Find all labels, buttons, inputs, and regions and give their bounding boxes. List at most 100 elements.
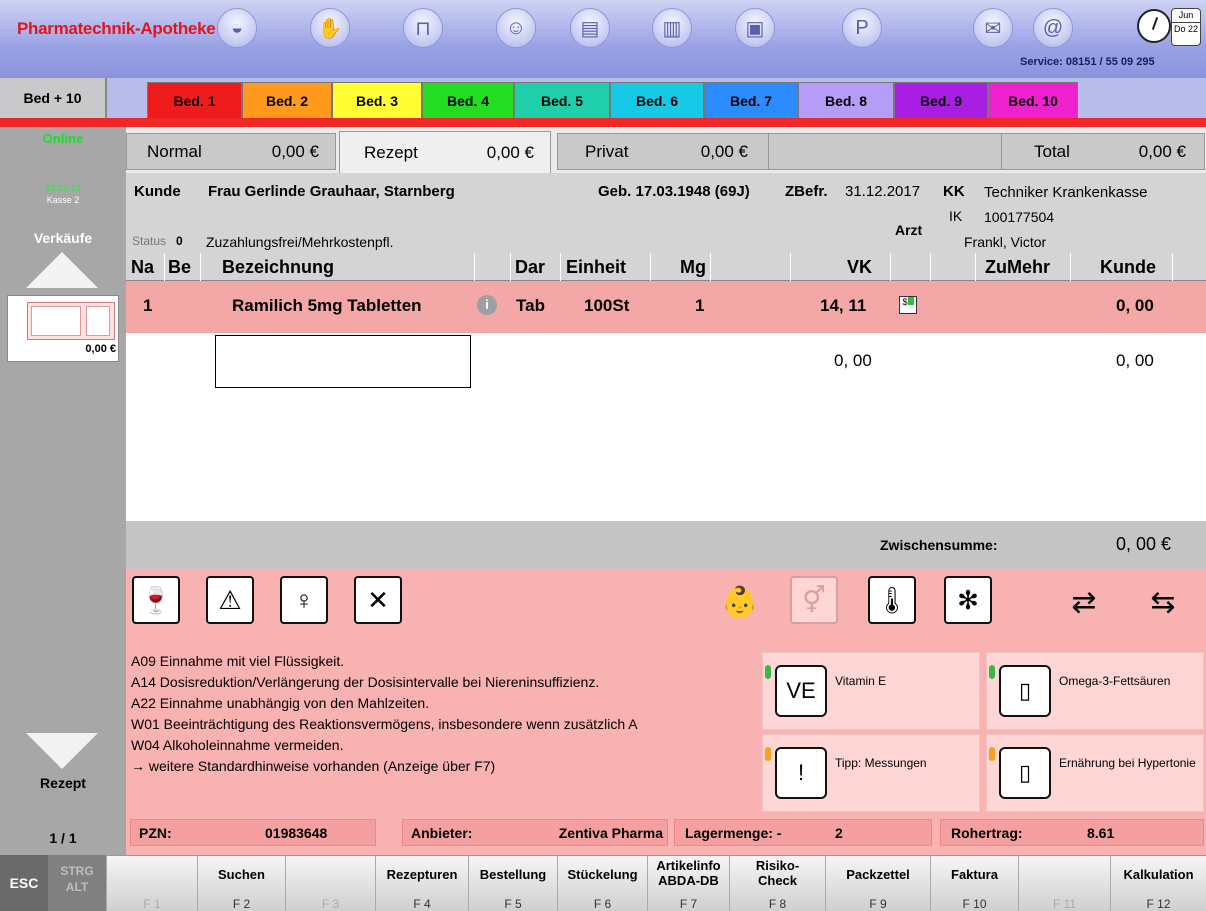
- pill-bottle-icon: ▯: [999, 747, 1051, 799]
- status-value: 0: [176, 234, 183, 248]
- card-ernaehrung[interactable]: ▯ Ernährung bei Hypertonie: [986, 734, 1204, 812]
- orange-indicator: [765, 747, 771, 761]
- female-icon[interactable]: ♀: [280, 576, 328, 624]
- tab-bed-1[interactable]: Bed. 1: [147, 82, 242, 118]
- parking-icon[interactable]: P: [842, 8, 882, 48]
- vitamin-e-icon: VE: [775, 665, 827, 717]
- mortar-icon[interactable]: ◒: [217, 8, 257, 48]
- scroll-up-arrow[interactable]: [26, 252, 98, 288]
- col-vk[interactable]: VK: [847, 253, 872, 281]
- col-einheit[interactable]: Einheit: [566, 253, 626, 281]
- tab-bed-8[interactable]: Bed. 8: [798, 82, 894, 118]
- warning-triangle-icon[interactable]: ⚠: [206, 576, 254, 624]
- interaction-pills-icon[interactable]: ⇆: [1137, 576, 1189, 628]
- col-mg[interactable]: Mg: [680, 253, 706, 281]
- at-icon[interactable]: @: [1033, 8, 1073, 48]
- col-zumehr[interactable]: ZuMehr: [985, 253, 1050, 281]
- tab-bed-6[interactable]: Bed. 6: [610, 82, 704, 118]
- row-kunde: 0, 00: [1116, 296, 1154, 315]
- f12-key[interactable]: Kalkulation F 12: [1110, 855, 1206, 911]
- service-phone: Service: 08151 / 55 09 295: [1020, 56, 1155, 68]
- info-icon[interactable]: i: [477, 295, 497, 315]
- printer-icon[interactable]: ▤: [570, 8, 610, 48]
- sale-thumbnail-amount: 0,00 €: [85, 343, 116, 355]
- strg-alt-key[interactable]: STRG ALT: [48, 855, 106, 911]
- f5-key[interactable]: Bestellung F 5: [468, 855, 557, 911]
- hint-text-list: A09 Einnahme mit viel Flüssigkeit. A14 D…: [131, 651, 753, 816]
- page-indicator: 1 / 1: [49, 830, 77, 846]
- alt-label: ALT: [65, 880, 89, 894]
- col-na[interactable]: Na: [131, 253, 154, 281]
- active-tab-strip: [0, 118, 1206, 127]
- tab-bed-4[interactable]: Bed. 4: [422, 82, 514, 118]
- col-kunde[interactable]: Kunde: [1100, 253, 1156, 281]
- fkey-number: F 3: [321, 897, 340, 911]
- faces-icon[interactable]: ☺: [496, 8, 536, 48]
- card-tipp-messungen[interactable]: ! Tipp: Messungen: [762, 734, 980, 812]
- normal-value: 0,00 €: [271, 141, 319, 161]
- row-bezeichnung: Ramilich 5mg Tabletten: [232, 296, 422, 315]
- f6-key[interactable]: Stückelung F 6: [557, 855, 647, 911]
- f3-key[interactable]: F 3: [285, 855, 375, 911]
- f1-key[interactable]: F 1: [106, 855, 197, 911]
- f11-key[interactable]: F 11: [1018, 855, 1110, 911]
- rezept-value: 0,00 €: [486, 142, 534, 162]
- card-label: Ernährung bei Hypertonie: [1059, 756, 1196, 770]
- subtotal-label: Zwischensumme:: [880, 537, 998, 553]
- fkey-number: F 11: [1052, 897, 1077, 911]
- tab-bed-5[interactable]: Bed. 5: [514, 82, 610, 118]
- tab-bed-9[interactable]: Bed. 9: [894, 82, 988, 118]
- green-indicator: [989, 665, 995, 679]
- child-elderly-icon[interactable]: 👶: [714, 576, 766, 628]
- tab-bed-10[interactable]: Bed. 10: [988, 82, 1078, 118]
- f10-key[interactable]: Faktura F 10: [930, 855, 1018, 911]
- dandelion-icon[interactable]: ✻: [944, 576, 992, 624]
- register-icon[interactable]: ▣: [735, 8, 775, 48]
- gender-icon: ⚥: [790, 576, 838, 624]
- col-bezeichnung[interactable]: Bezeichnung: [222, 253, 334, 281]
- f9-key[interactable]: Packzettel F 9: [825, 855, 930, 911]
- col-be[interactable]: Be: [168, 253, 191, 281]
- tab-bed-7[interactable]: Bed. 7: [704, 82, 798, 118]
- col-dar[interactable]: Dar: [515, 253, 545, 281]
- hint-line: W04 Alkoholeinnahme vermeiden.: [131, 737, 344, 753]
- tab-rezept[interactable]: Rezept 0,00 €: [339, 131, 551, 173]
- orange-indicator: [989, 747, 995, 761]
- tab-bed-2[interactable]: Bed. 2: [242, 82, 332, 118]
- f2-key[interactable]: Suchen F 2: [197, 855, 285, 911]
- folders-icon[interactable]: ▥: [652, 8, 692, 48]
- tab-bed-3[interactable]: Bed. 3: [332, 82, 422, 118]
- handshake-icon[interactable]: ✋: [310, 8, 350, 48]
- no-driving-icon[interactable]: ✕: [354, 576, 402, 624]
- hint-line: W01 Beeinträchtigung des Reaktionsvermög…: [131, 716, 638, 732]
- mail-icon[interactable]: ✉: [973, 8, 1013, 48]
- no-alcohol-icon[interactable]: 🍷: [132, 576, 180, 624]
- card-omega-3[interactable]: ▯ Omega-3-Fettsäuren: [986, 652, 1204, 730]
- esc-key[interactable]: ESC: [0, 855, 48, 911]
- total-value: 0,00 €: [1138, 141, 1186, 161]
- f4-key[interactable]: Rezepturen F 4: [375, 855, 468, 911]
- f8-key[interactable]: Risiko-Check F 8: [729, 855, 825, 911]
- fkey-number: F 4: [413, 897, 431, 911]
- ik-label: IK: [949, 208, 963, 224]
- clock-icon: [1137, 9, 1171, 43]
- scroll-down-arrow[interactable]: [26, 733, 98, 769]
- price-tag-icon[interactable]: $: [899, 296, 917, 314]
- pill-bottle-icon: ▯: [999, 665, 1051, 717]
- tab-normal[interactable]: Normal 0,00 €: [126, 133, 336, 170]
- article-search-input[interactable]: [215, 335, 471, 388]
- totals-spacer: [769, 133, 1001, 170]
- interaction-icon[interactable]: ⇄: [1058, 576, 1110, 628]
- app-title: Pharmatechnik-Apotheke: [17, 19, 216, 38]
- fkey-number: F 9: [869, 897, 887, 911]
- tab-privat[interactable]: Privat 0,00 €: [557, 133, 769, 170]
- status-text: Zuzahlungsfrei/Mehrkostenpfl.: [206, 234, 394, 250]
- zbefr-label: ZBefr.: [785, 183, 828, 200]
- mode-label: Rezept: [40, 775, 86, 791]
- card-vitamin-e[interactable]: VE Vitamin E: [762, 652, 980, 730]
- f7-key[interactable]: Artikelinfo ABDA-DB F 7: [647, 855, 729, 911]
- kk-value: Techniker Krankenkasse: [984, 184, 1148, 201]
- shopping-bag-icon[interactable]: ⊓: [403, 8, 443, 48]
- thermometer-icon[interactable]: 🌡: [868, 576, 916, 624]
- bed-plus-10-button[interactable]: Bed + 10: [0, 78, 107, 118]
